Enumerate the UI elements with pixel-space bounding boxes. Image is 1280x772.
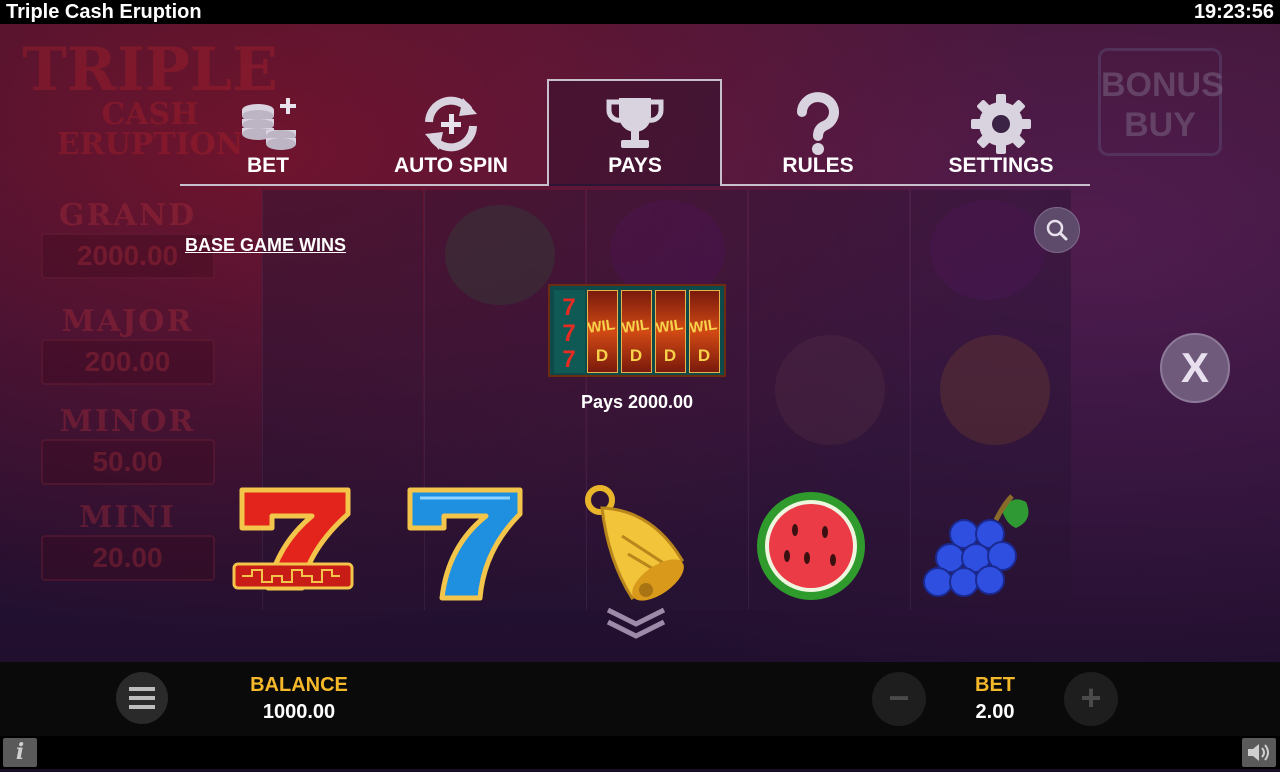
svg-text:D: D <box>630 346 642 365</box>
seven-stack-icon: 7 7 7 <box>562 294 575 373</box>
svg-text:D: D <box>596 346 608 365</box>
symbol-red-seven[interactable] <box>228 480 358 605</box>
zoom-button[interactable] <box>1034 207 1080 253</box>
search-icon <box>1046 219 1068 241</box>
svg-text:WIL: WIL <box>588 316 616 337</box>
active-tab-gap <box>549 184 720 186</box>
wild-icon: WIL D <box>655 316 685 365</box>
combo-wild: WIL D <box>689 290 720 373</box>
combo-sevens: 7 7 7 <box>554 290 585 373</box>
combo-wild: WIL D <box>655 290 686 373</box>
symbol-blue-seven[interactable] <box>400 480 530 605</box>
tab-rules[interactable]: RULES <box>730 80 906 184</box>
bet-value: 2.00 <box>975 701 1015 723</box>
blue-seven-icon <box>407 487 523 601</box>
question-icon <box>797 92 839 155</box>
symbol-grapes[interactable] <box>916 480 1046 605</box>
hamburger-icon <box>129 687 155 709</box>
speaker-icon <box>1248 744 1269 761</box>
menu-button[interactable] <box>116 672 168 724</box>
wild-icon: WIL D <box>689 316 719 365</box>
red-seven-icon <box>232 487 354 591</box>
combo-wild: WIL D <box>621 290 652 373</box>
bg-symbol <box>930 200 1045 300</box>
combination-payout: Pays 2000.00 <box>580 392 694 412</box>
clock: 19:23:56 <box>1193 1 1274 23</box>
svg-text:D: D <box>664 346 676 365</box>
bonus-buy-button: BONUS BUY <box>1098 48 1224 156</box>
balance-value: 1000.00 <box>262 701 336 723</box>
svg-text:WIL: WIL <box>622 316 650 337</box>
footer-bar <box>0 736 1280 769</box>
close-button[interactable]: X <box>1160 333 1230 403</box>
symbol-watermelon[interactable] <box>745 480 875 605</box>
svg-text:WIL: WIL <box>690 316 718 337</box>
tab-settings[interactable]: SETTINGS <box>913 80 1089 184</box>
section-title[interactable]: BASE GAME WINS <box>185 235 346 256</box>
bet-label: BET <box>975 674 1015 696</box>
grapes-icon <box>923 494 1029 597</box>
trophy-icon <box>606 98 664 148</box>
bet-increase-button[interactable]: + <box>1064 672 1118 726</box>
svg-text:7: 7 <box>562 320 575 347</box>
bell-icon <box>585 485 684 601</box>
game-title: Triple Cash Eruption <box>6 1 202 23</box>
gear-icon <box>971 94 1031 154</box>
tab-auto-spin[interactable]: AUTO SPIN <box>363 80 539 184</box>
jackpot-minor: MINOR 50.00 <box>35 404 220 485</box>
balance-label: BALANCE <box>250 674 348 696</box>
bg-symbol <box>940 335 1050 445</box>
winning-combination: 7 7 7 WIL D WIL D WIL D WIL D <box>548 284 726 377</box>
svg-text:WIL: WIL <box>656 316 684 337</box>
svg-text:7: 7 <box>562 346 575 372</box>
jackpot-major: MAJOR 200.00 <box>35 304 220 385</box>
bg-symbol <box>775 335 885 445</box>
svg-text:7: 7 <box>562 294 575 321</box>
sound-button[interactable] <box>1242 738 1276 767</box>
watermelon-icon <box>757 492 865 600</box>
scroll-down-icon[interactable] <box>604 606 668 640</box>
wild-icon: WIL D <box>621 316 651 365</box>
bg-symbol <box>445 205 555 305</box>
symbol-bell[interactable] <box>572 480 702 605</box>
tab-bet[interactable]: BET <box>180 80 356 184</box>
info-button[interactable]: i <box>3 738 37 767</box>
bet-decrease-button[interactable]: − <box>872 672 926 726</box>
coins-icon <box>242 98 296 150</box>
autospin-icon <box>425 96 477 152</box>
tab-pays[interactable]: PAYS <box>547 80 723 184</box>
jackpot-mini: MINI 20.00 <box>35 500 220 581</box>
wild-icon: WIL D <box>587 316 617 365</box>
combo-wild: WIL D <box>587 290 618 373</box>
top-bar: Triple Cash Eruption 19:23:56 <box>0 0 1280 24</box>
svg-text:D: D <box>698 346 710 365</box>
